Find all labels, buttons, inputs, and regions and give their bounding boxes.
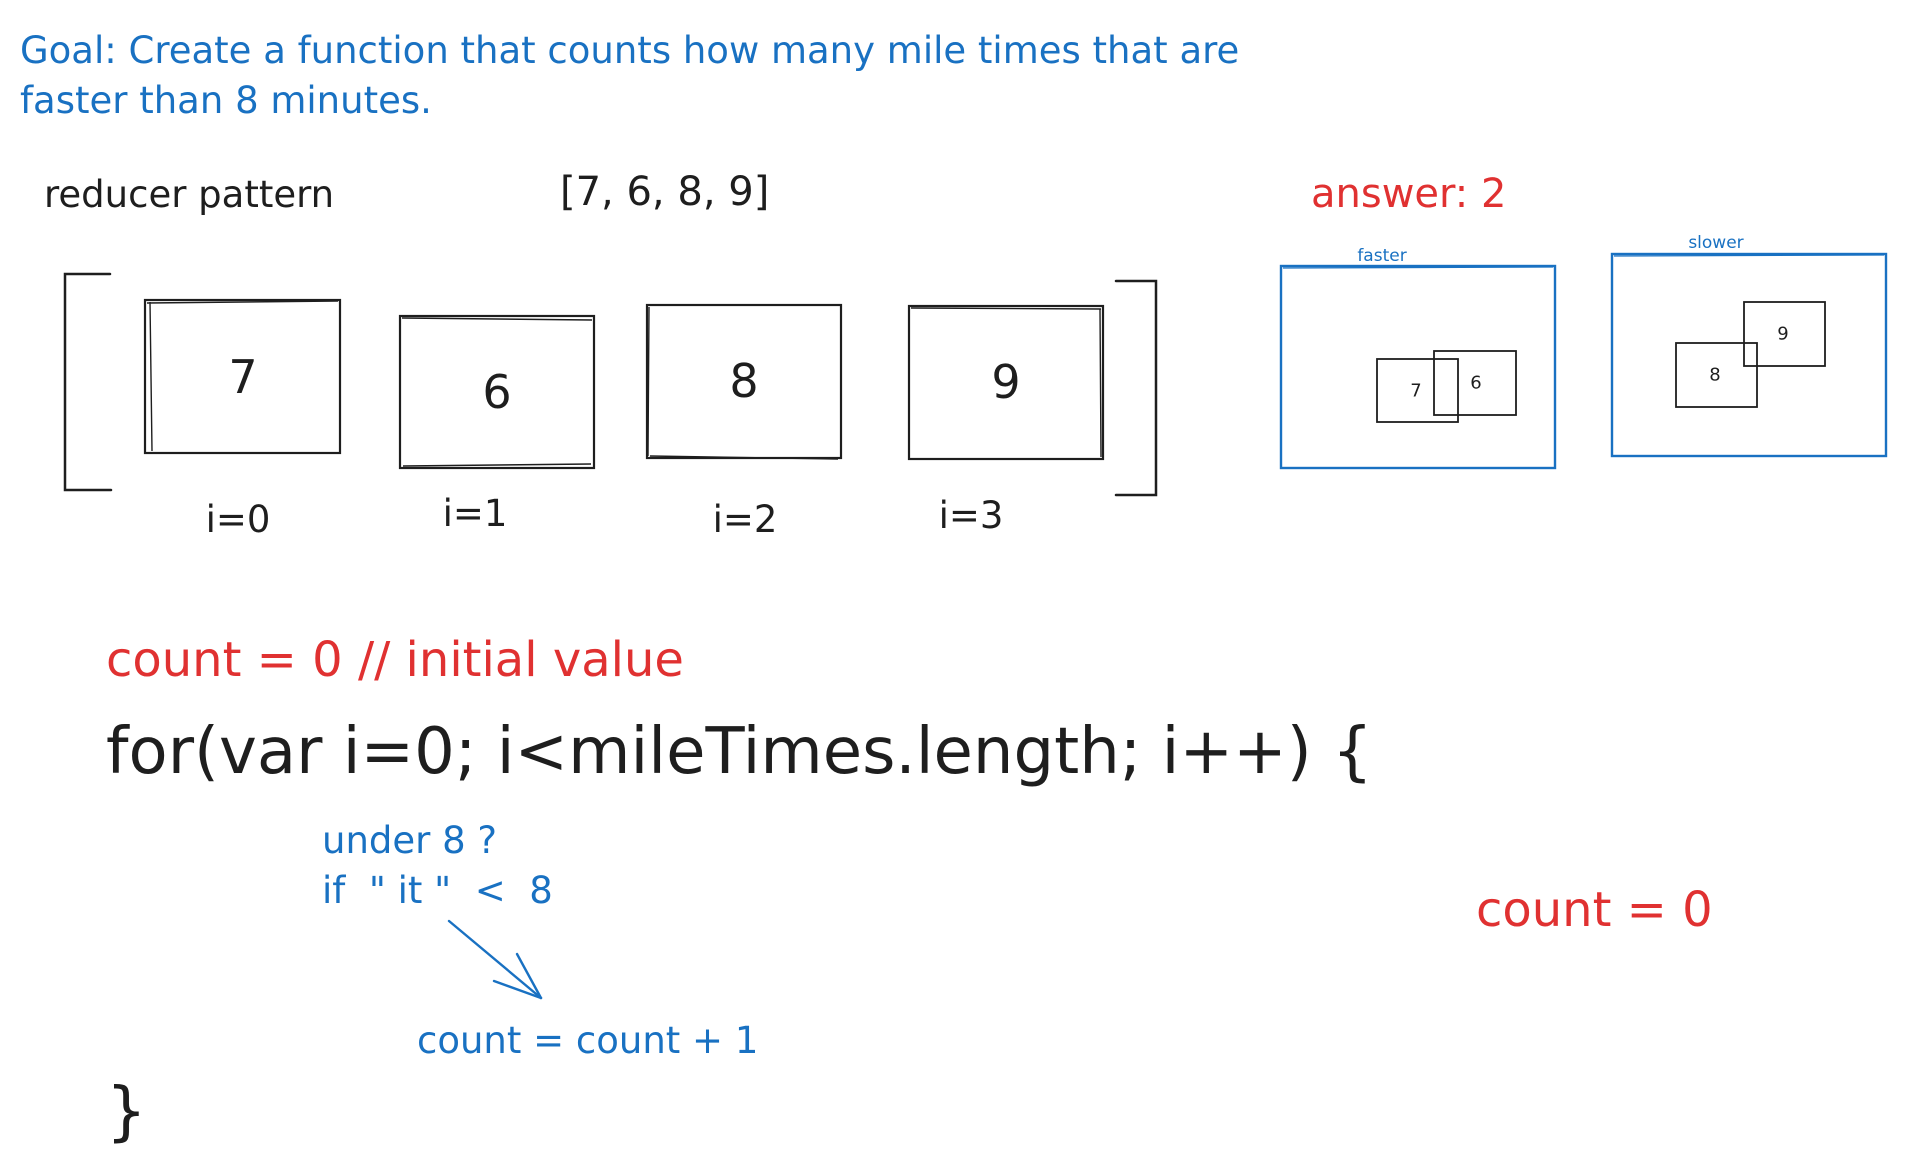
index-label-3: i=3 xyxy=(938,494,1004,537)
condition-line: if " it " < 8 xyxy=(322,869,553,912)
goal-text: Goal: Create a function that counts how … xyxy=(20,29,1240,122)
slower-item-9: 9 xyxy=(1777,323,1789,345)
right-bracket xyxy=(1114,279,1158,497)
pattern-label: reducer pattern xyxy=(44,173,335,216)
closing-brace: } xyxy=(106,1075,147,1149)
count-initial-value: count = 0 // initial value xyxy=(106,632,684,688)
left-bracket xyxy=(63,272,113,492)
faster-item-6: 6 xyxy=(1470,372,1482,394)
array-value-1: 6 xyxy=(482,365,512,419)
faster-group-box xyxy=(1279,264,1557,470)
index-label-1: i=1 xyxy=(442,492,508,535)
slower-item-8: 8 xyxy=(1709,364,1721,386)
answer-label: answer: 2 xyxy=(1311,171,1507,217)
faster-item-7: 7 xyxy=(1410,380,1422,402)
condition-question: under 8 ? xyxy=(322,819,498,862)
slower-group-title: slower xyxy=(1688,233,1744,253)
array-literal: [7, 6, 8, 9] xyxy=(560,169,770,215)
condition-arrow xyxy=(447,919,543,1000)
increment-line: count = count + 1 xyxy=(417,1019,759,1062)
index-label-2: i=2 xyxy=(712,498,778,541)
array-value-0: 7 xyxy=(228,350,258,404)
array-value-2: 8 xyxy=(729,354,759,408)
slower-group-box xyxy=(1610,252,1888,458)
array-value-3: 9 xyxy=(991,355,1021,409)
faster-group-title: faster xyxy=(1357,246,1407,266)
for-loop-line: for(var i=0; i<mileTimes.length; i++) { xyxy=(106,715,1373,789)
index-label-0: i=0 xyxy=(205,498,271,541)
count-display: count = 0 xyxy=(1476,882,1713,938)
